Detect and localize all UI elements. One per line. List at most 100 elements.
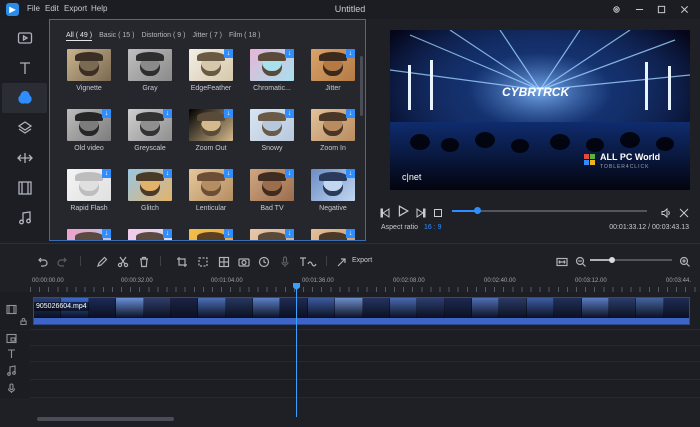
music-track[interactable] — [30, 362, 700, 380]
timeline-scrollbar[interactable] — [37, 417, 174, 421]
fullscreen-icon[interactable] — [679, 205, 689, 223]
hat-image — [136, 52, 164, 61]
duration-clock-icon[interactable] — [258, 255, 270, 268]
download-icon[interactable]: ↓ — [224, 49, 233, 58]
video-clip[interactable]: 905026604.mp4 — [33, 297, 690, 325]
filter-tile[interactable]: ↓ Jitter — [311, 49, 357, 109]
aspect-ratio-value[interactable]: 16 : 9 — [424, 224, 442, 231]
minimize-icon[interactable] — [632, 2, 646, 16]
text-to-speech-icon[interactable] — [299, 255, 317, 267]
filter-tile[interactable]: ↓ — [67, 229, 113, 240]
download-icon[interactable]: ↓ — [224, 169, 233, 178]
zoom-in-icon[interactable] — [679, 255, 691, 267]
transitions-tab-icon[interactable] — [0, 143, 49, 173]
download-icon[interactable]: ↓ — [224, 109, 233, 118]
edit-pencil-icon[interactable] — [96, 255, 108, 267]
download-icon[interactable]: ↓ — [285, 169, 294, 178]
download-icon[interactable]: ↓ — [285, 49, 294, 58]
filter-scrollbar[interactable] — [360, 56, 363, 116]
tab-film[interactable]: Film ( 18 ) — [229, 32, 261, 41]
filter-tile[interactable]: ↓ Snowy — [250, 109, 296, 169]
mosaic-icon[interactable] — [218, 255, 230, 268]
filter-tile[interactable]: ↓ — [189, 229, 235, 240]
menu-export[interactable]: Export — [64, 4, 87, 13]
voiceover-mic-icon[interactable] — [279, 255, 291, 267]
export-icon[interactable] — [336, 255, 348, 267]
snapshot-icon[interactable] — [238, 255, 250, 267]
filter-tile[interactable]: Vignette — [67, 49, 113, 109]
filter-tile[interactable]: ↓ Bad TV — [250, 169, 296, 229]
previous-frame-icon[interactable] — [380, 205, 390, 223]
download-icon[interactable]: ↓ — [346, 229, 355, 238]
timeline-zoom-slider[interactable] — [590, 257, 672, 263]
download-icon[interactable]: ↓ — [163, 169, 172, 178]
tab-basic[interactable]: Basic ( 15 ) — [99, 32, 134, 41]
seek-handle[interactable] — [473, 207, 481, 214]
filter-tile[interactable]: ↓ — [128, 229, 174, 240]
next-frame-icon[interactable] — [416, 205, 426, 223]
filter-tile[interactable]: Gray — [128, 49, 174, 109]
menu-edit[interactable]: Edit — [45, 4, 59, 13]
download-icon[interactable]: ↓ — [224, 229, 233, 238]
download-icon[interactable]: ↓ — [346, 169, 355, 178]
filter-tile[interactable]: ↓ Glitch — [128, 169, 174, 229]
tab-all[interactable]: All ( 49 ) — [66, 32, 93, 41]
filter-tile[interactable]: ↓ Rapid Flash — [67, 169, 113, 229]
media-tab-icon[interactable] — [0, 23, 49, 53]
split-scissors-icon[interactable] — [117, 255, 129, 268]
elements-tab-icon[interactable] — [0, 173, 49, 203]
playhead[interactable] — [296, 283, 297, 417]
download-icon[interactable]: ↓ — [163, 109, 172, 118]
delete-icon[interactable] — [138, 255, 150, 268]
text-track[interactable] — [30, 346, 700, 362]
music-tab-icon[interactable] — [0, 203, 49, 233]
aspect-ratio[interactable]: Aspect ratio 16 : 9 — [381, 224, 441, 231]
clip-thumbnails — [34, 298, 689, 318]
lock-icon[interactable] — [20, 318, 27, 325]
play-icon[interactable] — [397, 204, 410, 222]
fit-timeline-icon[interactable] — [556, 255, 568, 267]
menu-file[interactable]: File — [27, 4, 40, 13]
filter-tile[interactable]: ↓ — [311, 229, 357, 240]
settings-icon[interactable] — [609, 2, 623, 16]
download-icon[interactable]: ↓ — [102, 229, 111, 238]
maximize-icon[interactable] — [654, 2, 668, 16]
filter-tile[interactable]: ↓ Old video — [67, 109, 113, 169]
download-icon[interactable]: ↓ — [285, 109, 294, 118]
clip-frame — [389, 298, 418, 318]
export-button[interactable]: Export — [352, 257, 372, 264]
filter-tile[interactable]: ↓ Chromatic... — [250, 49, 296, 109]
pip-track[interactable] — [30, 331, 700, 346]
download-icon[interactable]: ↓ — [102, 109, 111, 118]
filter-tile[interactable]: ↓ Lenticular — [189, 169, 235, 229]
text-tab-icon[interactable] — [0, 53, 49, 83]
filter-tile[interactable]: ↓ Greyscale — [128, 109, 174, 169]
filter-tile[interactable]: ↓ EdgeFeather — [189, 49, 235, 109]
timeline-ruler[interactable]: 00:00:00.00 00:00:32.00 00:01:04.00 00:0… — [30, 276, 700, 292]
volume-icon[interactable] — [661, 205, 671, 223]
download-icon[interactable]: ↓ — [346, 49, 355, 58]
download-icon[interactable]: ↓ — [346, 109, 355, 118]
menu-help[interactable]: Help — [91, 4, 107, 13]
filter-tile[interactable]: ↓ — [250, 229, 296, 240]
tab-distortion[interactable]: Distortion ( 9 ) — [141, 32, 185, 41]
overlays-tab-icon[interactable] — [0, 113, 49, 143]
voice-track[interactable] — [30, 380, 700, 398]
filter-tile[interactable]: ↓ Zoom Out — [189, 109, 235, 169]
download-icon[interactable]: ↓ — [285, 229, 294, 238]
download-icon[interactable]: ↓ — [102, 169, 111, 178]
filter-tile[interactable]: ↓ Negative — [311, 169, 357, 229]
tab-jitter[interactable]: Jitter ( 7 ) — [192, 32, 222, 41]
crop-icon[interactable] — [176, 255, 188, 267]
undo-icon[interactable] — [36, 255, 48, 267]
redo-icon[interactable] — [57, 255, 69, 267]
filter-label: Vignette — [76, 85, 102, 92]
freeze-frame-icon[interactable] — [197, 255, 209, 267]
download-icon[interactable]: ↓ — [163, 229, 172, 238]
filter-tile[interactable]: ↓ Zoom In — [311, 109, 357, 169]
close-icon[interactable] — [677, 2, 691, 16]
filters-tab-icon[interactable] — [2, 83, 47, 113]
seek-bar[interactable] — [452, 207, 647, 214]
stop-icon[interactable] — [433, 205, 443, 223]
zoom-out-icon[interactable] — [575, 255, 587, 267]
